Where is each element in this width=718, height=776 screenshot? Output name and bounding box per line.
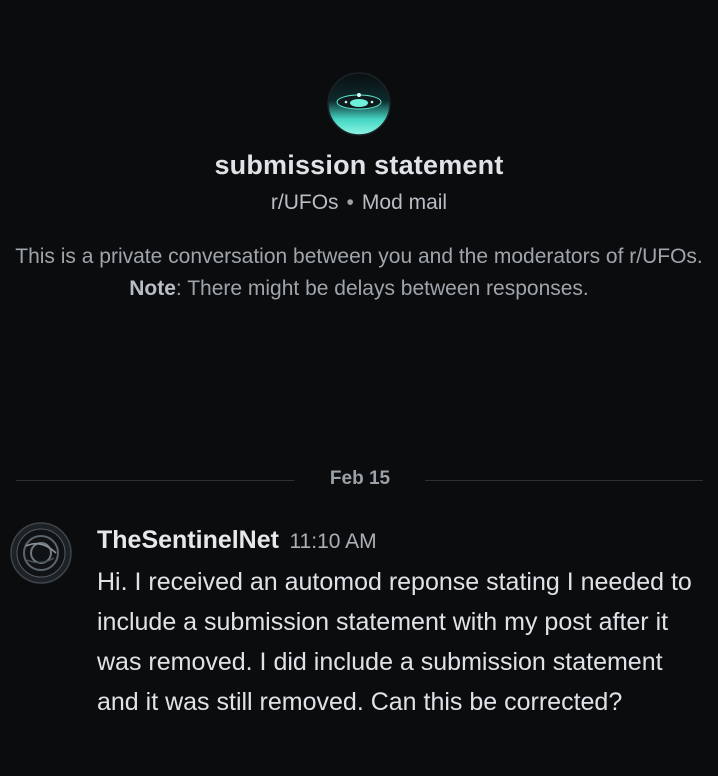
channel-label: Mod mail bbox=[361, 191, 448, 214]
conversation-title: submission statement bbox=[214, 150, 504, 180]
notice-note-label: Note bbox=[129, 277, 176, 300]
message-body: TheSentinelNet 11:10 AM Hi. I received a… bbox=[97, 524, 709, 722]
date-divider: Feb 15 bbox=[0, 468, 718, 492]
message-timestamp: 11:10 AM bbox=[289, 530, 377, 553]
date-label: Feb 15 bbox=[329, 468, 391, 489]
sentinel-avatar-icon[interactable] bbox=[10, 522, 72, 584]
notice-detail: : There might be delays between response… bbox=[175, 277, 589, 300]
divider-line-right bbox=[425, 480, 703, 481]
meta-separator: • bbox=[346, 191, 354, 214]
conversation-header: submission statement r/UFOs • Mod mail Thi… bbox=[0, 72, 718, 305]
subreddit-link[interactable]: r/UFOs bbox=[271, 191, 339, 214]
notice-text: This is a private conversation between y… bbox=[15, 245, 703, 268]
ufo-icon[interactable] bbox=[327, 72, 391, 136]
conversation-meta: r/UFOs • Mod mail bbox=[0, 191, 718, 215]
message-username[interactable]: TheSentinelNet bbox=[97, 526, 279, 554]
message-text: Hi. I received an automod reponse statin… bbox=[97, 568, 692, 716]
divider-line-left bbox=[16, 480, 294, 481]
message-header: TheSentinelNet 11:10 AM bbox=[97, 524, 709, 556]
privacy-notice: This is a private conversation between y… bbox=[9, 241, 709, 305]
